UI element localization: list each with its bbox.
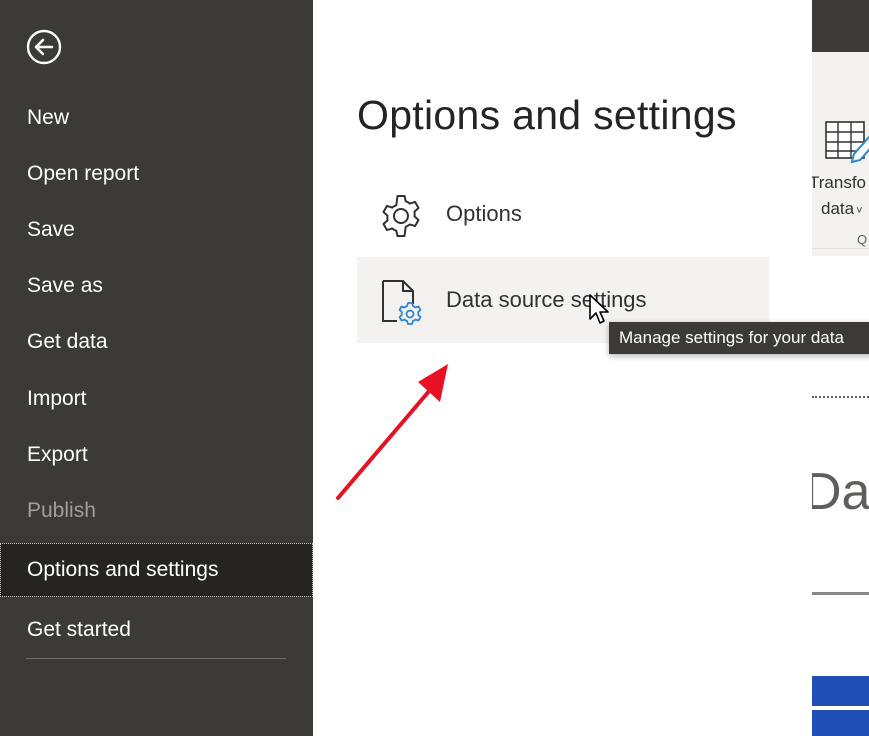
nav-item-publish: Publish (27, 499, 96, 522)
nav-item-new[interactable]: New (0, 95, 313, 141)
ribbon-button-label-line1[interactable]: Transfo (812, 173, 866, 193)
ribbon-button-label-line2[interactable]: data ˅ (821, 199, 863, 219)
report-background: Transfo data˅ Q Das (812, 0, 869, 736)
nav-item-open-report[interactable]: Open report (0, 151, 313, 197)
nav-item-import[interactable]: Import (0, 376, 313, 422)
nav-item-get-started[interactable]: Get started (0, 607, 313, 653)
title-bar (812, 0, 869, 52)
options-button[interactable]: Options (357, 171, 769, 257)
page-title: Options and settings (357, 92, 737, 138)
data-source-settings-icon (382, 280, 422, 325)
ribbon: Transfo data ˅ Q (812, 52, 869, 249)
chevron-down-icon: ˅ (856, 205, 863, 217)
options-label: Options (446, 201, 522, 226)
annotation-arrow-icon (336, 364, 448, 500)
gear-icon (382, 195, 420, 237)
canvas-blue-bar (812, 710, 869, 736)
nav-item-options-and-settings[interactable]: Options and settings (0, 543, 313, 597)
nav-item-save-as[interactable]: Save as (0, 263, 313, 309)
back-arrow-icon (26, 29, 62, 65)
dotted-divider (812, 396, 869, 398)
backstage-sidebar: New Open report Save Save as Get data Im… (0, 0, 313, 736)
nav-divider (26, 658, 286, 659)
canvas-divider (812, 592, 869, 595)
tooltip: Manage settings for your data (609, 322, 869, 354)
nav-item-save[interactable]: Save (0, 207, 313, 253)
nav-item-get-data[interactable]: Get data (0, 319, 313, 365)
ribbon-group-label: Q (857, 232, 868, 247)
mouse-cursor-icon (589, 294, 609, 324)
back-button[interactable] (26, 29, 62, 65)
canvas-heading-text: Das (812, 463, 869, 521)
nav-item-export[interactable]: Export (0, 432, 313, 478)
canvas-blue-bar (812, 676, 869, 706)
transform-data-icon (825, 121, 869, 164)
